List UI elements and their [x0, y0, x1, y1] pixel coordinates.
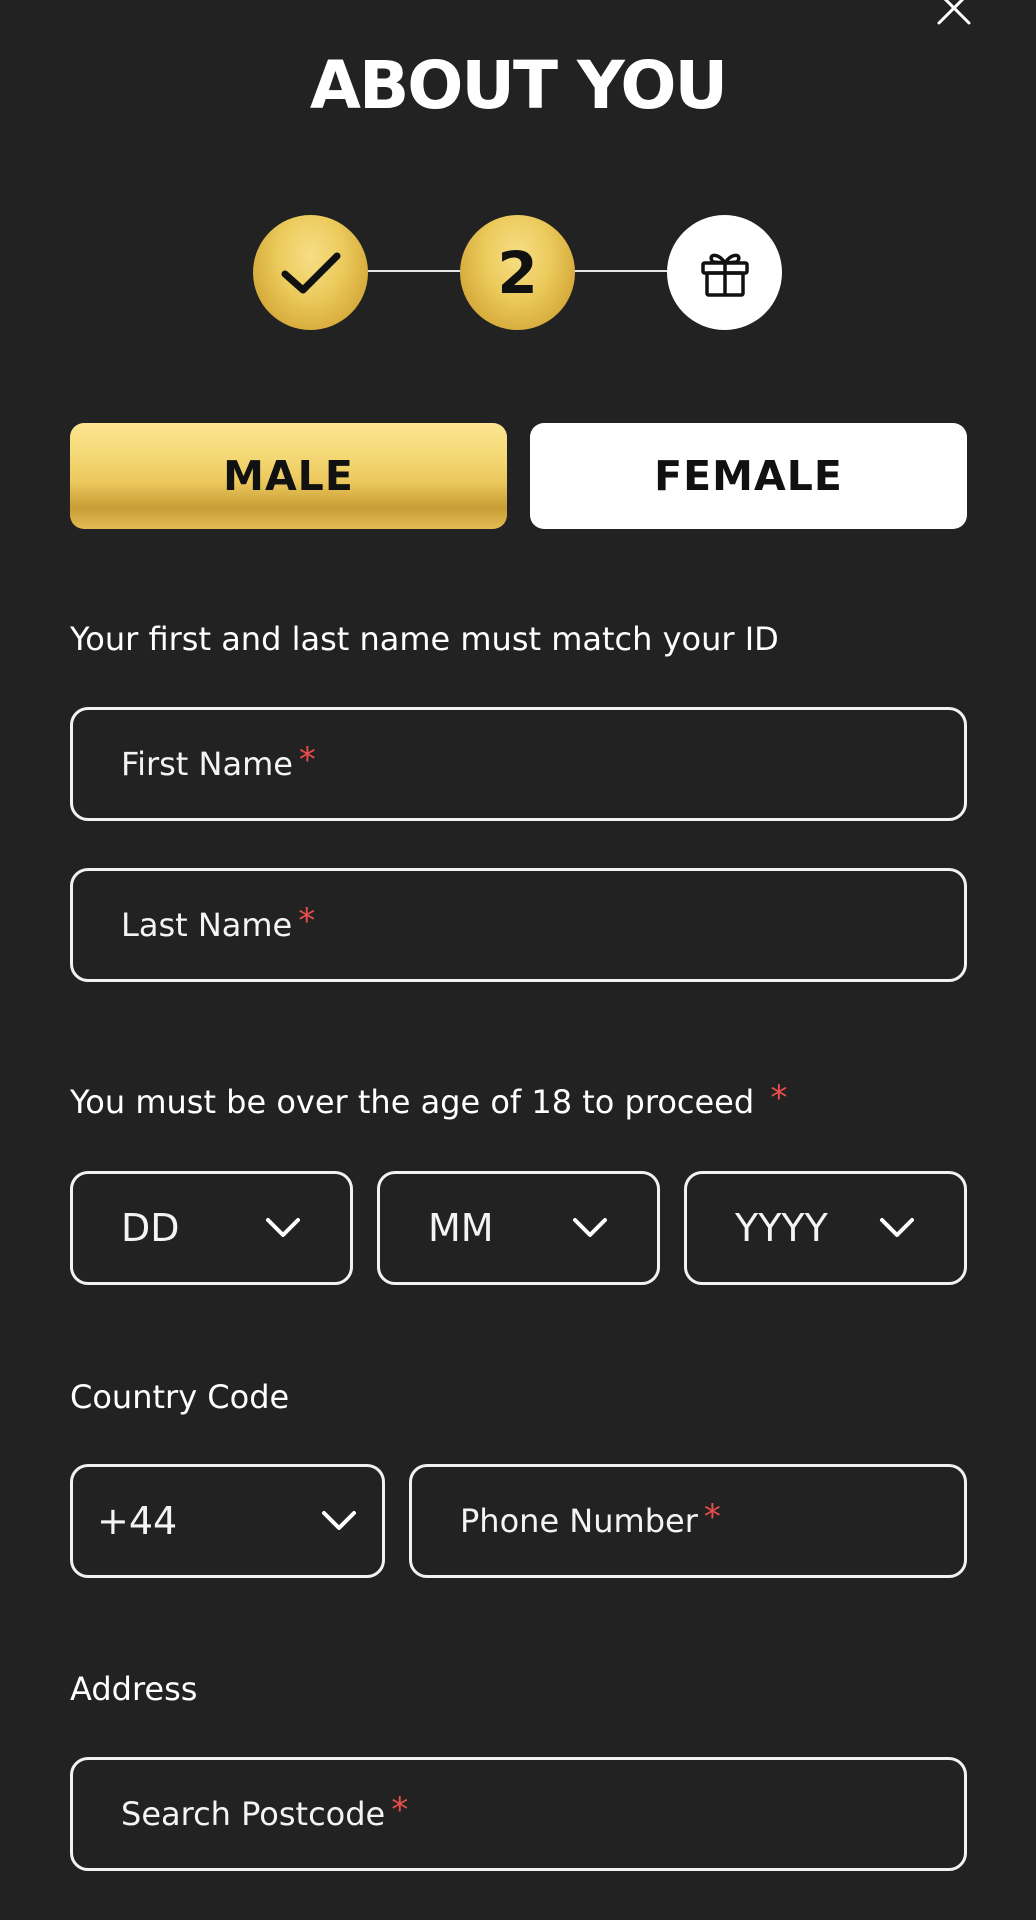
phone-number-placeholder: Phone Number [460, 1502, 698, 1540]
close-icon [937, 0, 971, 25]
step-3-upcoming [667, 215, 782, 330]
dob-day-select[interactable]: DD [70, 1171, 353, 1285]
gender-male-button[interactable]: MALE [70, 423, 507, 529]
page-title: ABOUT YOU [309, 47, 728, 124]
name-hint: Your first and last name must match your… [70, 620, 779, 658]
first-name-field[interactable]: First Name * [70, 707, 967, 821]
required-asterisk: * [298, 740, 316, 780]
chevron-down-icon [266, 1218, 300, 1237]
required-asterisk: * [391, 1790, 409, 1830]
required-asterisk: * [298, 901, 316, 941]
gender-male-label: MALE [223, 452, 354, 500]
chevron-down-icon [880, 1218, 914, 1237]
postcode-placeholder: Search Postcode [121, 1795, 386, 1833]
chevron-down-icon [573, 1218, 607, 1237]
chevron-down-icon [322, 1511, 356, 1530]
phone-number-field[interactable]: Phone Number * [409, 1464, 967, 1578]
gender-female-button[interactable]: FEMALE [530, 423, 967, 529]
country-code-value: +44 [97, 1499, 178, 1543]
dob-year-value: YYYY [735, 1206, 828, 1250]
checkmark-icon [281, 252, 340, 293]
country-code-label: Country Code [70, 1378, 290, 1416]
first-name-placeholder: First Name [121, 745, 293, 783]
dob-month-value: MM [428, 1206, 494, 1250]
dob-day-value: DD [121, 1206, 180, 1250]
dob-year-select[interactable]: YYYY [684, 1171, 967, 1285]
stepper-connector [365, 270, 465, 272]
gift-icon [700, 253, 749, 297]
step-number: 2 [497, 238, 538, 307]
step-1-completed [253, 215, 368, 330]
last-name-field[interactable]: Last Name * [70, 868, 967, 982]
dob-month-select[interactable]: MM [377, 1171, 660, 1285]
required-asterisk: * [703, 1497, 721, 1537]
age-hint-text: You must be over the age of 18 to procee… [70, 1083, 755, 1121]
age-hint: You must be over the age of 18 to procee… [70, 1078, 787, 1122]
address-label: Address [70, 1670, 198, 1708]
postcode-search-field[interactable]: Search Postcode * [70, 1757, 967, 1871]
step-2-current: 2 [460, 215, 575, 330]
stepper-connector [572, 270, 672, 272]
gender-female-label: FEMALE [654, 452, 843, 500]
required-asterisk: * [770, 1078, 788, 1118]
close-button[interactable] [936, 0, 972, 26]
last-name-placeholder: Last Name [121, 906, 293, 944]
country-code-select[interactable]: +44 [70, 1464, 385, 1578]
